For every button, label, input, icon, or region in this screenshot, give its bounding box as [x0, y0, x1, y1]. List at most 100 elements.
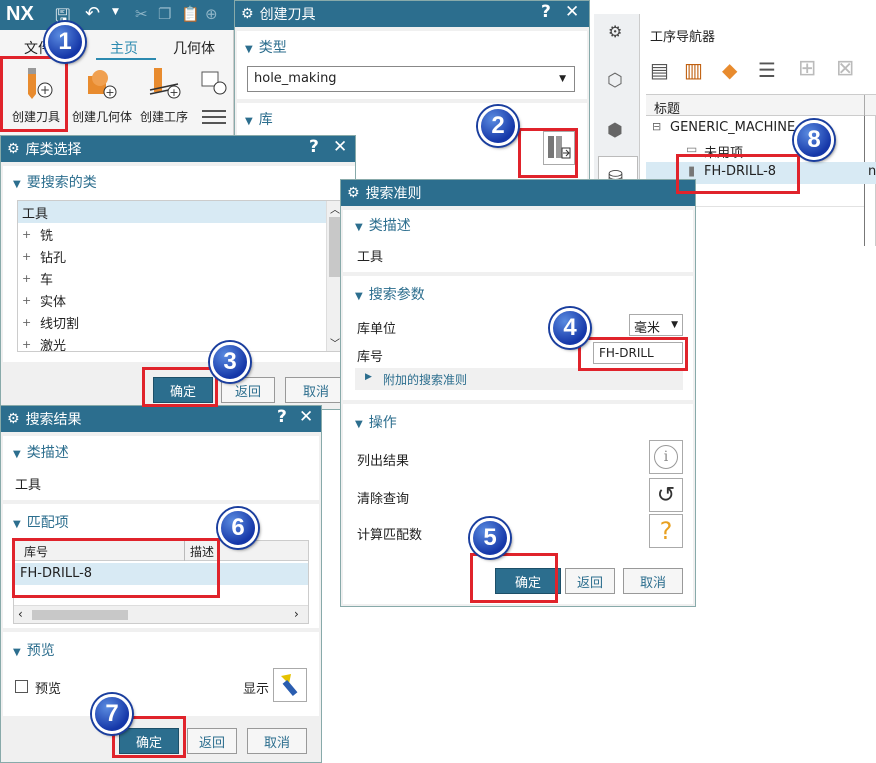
cancel-button[interactable]: 取消	[285, 377, 347, 403]
help-icon[interactable]: ?	[277, 407, 287, 427]
ok-button[interactable]: 确定	[153, 377, 213, 403]
tree-row-drill[interactable]: + 钻孔	[18, 245, 326, 267]
scroll-thumb[interactable]	[329, 217, 340, 277]
table-row[interactable]: FH-DRILL-8	[14, 563, 308, 585]
results-class-section: ▼ 类描述 工具	[3, 436, 319, 500]
gear-icon: ⚙	[7, 411, 20, 427]
collapse-icon[interactable]: ⊟	[652, 120, 661, 133]
horizontal-scrollbar[interactable]: ‹ ›	[14, 605, 308, 623]
calc-matches-button[interactable]: ?	[649, 514, 683, 548]
operations-header[interactable]: ▼ 操作	[355, 412, 397, 432]
ok-button[interactable]: 确定	[119, 728, 179, 754]
preview-header[interactable]: ▼ 预览	[13, 640, 55, 660]
expand-icon[interactable]: +	[22, 316, 34, 329]
cancel-button[interactable]: 取消	[247, 728, 307, 754]
create-geometry-button[interactable]: + 创建几何体	[70, 66, 134, 130]
drill-icon: ▮	[688, 164, 696, 179]
library-unit-dropdown[interactable]: 毫米 ▼	[629, 314, 683, 336]
expand-icon[interactable]: +	[22, 250, 34, 263]
close-icon[interactable]: ✕	[565, 2, 579, 22]
expand-icon[interactable]: +	[22, 272, 34, 285]
program-icon[interactable]	[200, 70, 228, 96]
matches-section: ▼ 匹配项 库号 描述 FH-DRILL-8 ‹ ›	[3, 504, 319, 628]
machine-tool-view-icon[interactable]: ▥	[684, 58, 703, 82]
search-criteria-titlebar: ⚙ 搜索准则	[341, 180, 695, 206]
preview-section: ▼ 预览 预览 显示	[3, 632, 319, 716]
create-tool-title: 创建刀具	[259, 7, 316, 23]
create-geometry-label: 创建几何体	[72, 110, 133, 124]
scroll-right-icon[interactable]: ›	[294, 607, 299, 621]
tree-row-laser[interactable]: + 激光	[18, 333, 326, 355]
close-icon[interactable]: ✕	[299, 407, 313, 427]
clear-query-label: 清除查询	[357, 492, 410, 507]
preview-checkbox[interactable]	[15, 680, 28, 693]
class-desc-section: ▼ 类描述 工具	[343, 210, 693, 272]
type-dropdown[interactable]: hole_making ▼	[247, 66, 575, 92]
tree-row-mill[interactable]: + 铣	[18, 223, 326, 245]
part-navigator-icon[interactable]: ⬡	[607, 70, 623, 91]
machining-method-view-icon[interactable]: ☰	[758, 58, 776, 82]
program-order-view-icon[interactable]: ▤	[650, 58, 669, 82]
class-desc-header[interactable]: ▼ 类描述	[355, 215, 411, 235]
back-button[interactable]: 返回	[187, 728, 237, 754]
svg-text:+: +	[105, 86, 114, 99]
expand-icon[interactable]: +	[22, 228, 34, 241]
show-button[interactable]	[273, 668, 307, 702]
help-icon[interactable]: ?	[541, 2, 551, 22]
chevron-down-icon[interactable]: ▼	[112, 7, 119, 17]
cancel-button[interactable]: 取消	[623, 568, 683, 594]
navigator-header: 标题	[646, 94, 876, 117]
tab-geometry[interactable]: 几何体	[173, 38, 215, 58]
search-results-title: 搜索结果	[25, 412, 82, 428]
create-tool-label: 创建刀具	[12, 110, 61, 124]
create-operation-button[interactable]: + 创建工序	[138, 66, 196, 130]
ok-button[interactable]: 确定	[495, 568, 561, 594]
retrieve-tool-from-library-button[interactable]	[543, 131, 575, 165]
undo-icon[interactable]: ↶	[85, 3, 100, 24]
create-tool-button[interactable]: + 创建刀具	[6, 66, 66, 130]
gear-icon: ⚙	[347, 185, 360, 201]
assembly-navigator-icon[interactable]: ⬢	[607, 120, 623, 141]
scroll-down-icon[interactable]: ﹀	[330, 335, 340, 350]
tree-row-solid[interactable]: + 实体	[18, 289, 326, 311]
library-ref-label: 库号	[357, 350, 384, 365]
tab-home[interactable]: 主页	[110, 38, 138, 58]
repeat-icon[interactable]: ⊕	[205, 5, 218, 23]
tree-row-wire-edm[interactable]: + 线切割	[18, 311, 326, 333]
column-divider	[864, 95, 865, 117]
ribbon-titlebar: NX 🖫 ↶ ▼ ✂ ❐ 📋 ⊕	[0, 0, 234, 30]
scroll-left-icon[interactable]: ‹	[18, 607, 23, 621]
close-icon[interactable]: ✕	[333, 137, 347, 157]
tree-row-turn[interactable]: + 车	[18, 267, 326, 289]
copy-icon[interactable]: ❐	[158, 5, 171, 23]
scroll-thumb[interactable]	[32, 610, 128, 620]
paste-icon[interactable]: 📋	[181, 5, 200, 23]
tree-row-tools-root[interactable]: 工具	[18, 201, 326, 223]
gear-icon[interactable]: ⚙	[608, 22, 622, 41]
list-results-button[interactable]: i	[649, 440, 683, 474]
add-view-icon[interactable]: ⊞	[798, 56, 816, 81]
help-icon[interactable]: ?	[309, 137, 319, 157]
search-criteria-dialog: ⚙ 搜索准则 ▼ 类描述 工具 ▼ 搜索参数 库单位 毫米 ▼ 库号 FH-DRIL…	[340, 179, 696, 607]
library-section-header[interactable]: ▼ 库	[245, 109, 273, 129]
back-button[interactable]: 返回	[565, 568, 615, 594]
class-section-header[interactable]: ▼ 要搜索的类	[13, 172, 97, 192]
method-icon[interactable]	[200, 103, 228, 129]
search-params-header[interactable]: ▼ 搜索参数	[355, 284, 425, 304]
scroll-up-icon[interactable]: ︿	[330, 201, 340, 216]
clear-query-button[interactable]: ↺	[649, 478, 683, 512]
library-ref-input[interactable]: FH-DRILL	[593, 342, 683, 364]
root-label: GENERIC_MACHINE	[670, 120, 796, 135]
library-retrieve-icon	[548, 136, 571, 159]
matches-header[interactable]: ▼ 匹配项	[13, 512, 69, 532]
tab-home-underline	[96, 58, 156, 60]
expand-icon[interactable]: +	[22, 294, 34, 307]
type-section-header[interactable]: ▼ 类型	[245, 37, 287, 57]
matches-table: 库号 描述 FH-DRILL-8 ‹ ›	[13, 540, 309, 624]
remove-view-icon[interactable]: ⊠	[836, 56, 854, 81]
additional-criteria-row[interactable]: ▶ 附加的搜索准则	[355, 368, 683, 390]
cut-icon[interactable]: ✂	[135, 5, 148, 23]
geometry-view-icon[interactable]: ◆	[722, 58, 737, 82]
expand-icon[interactable]: +	[22, 338, 34, 351]
results-class-header[interactable]: ▼ 类描述	[13, 442, 69, 462]
